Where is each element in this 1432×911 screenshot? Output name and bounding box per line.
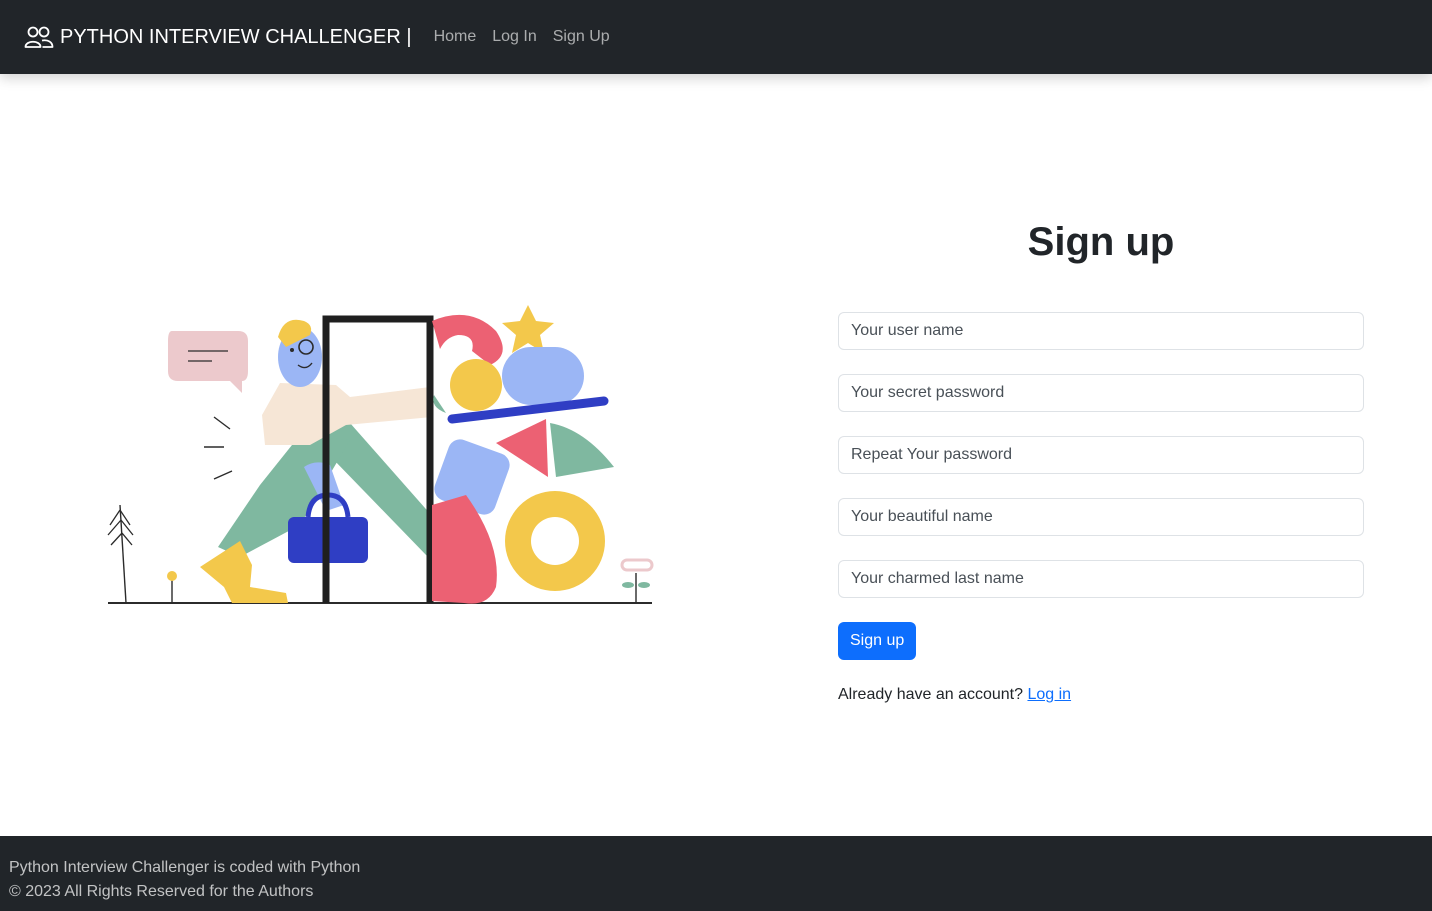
users-icon [24,26,54,48]
last-name-input[interactable] [838,560,1364,598]
login-link[interactable]: Log in [1027,686,1071,703]
signup-form: Sign up Sign up Already have an account?… [838,200,1364,703]
login-prompt-text: Already have an account? [838,686,1024,703]
repeat-password-input[interactable] [838,436,1364,474]
login-prompt: Already have an account? Log in [838,686,1071,704]
person-entering-door-illustration [107,305,654,604]
first-name-input[interactable] [838,498,1364,536]
signup-button[interactable]: Sign up [838,622,917,660]
brand-title: PYTHON INTERVIEW CHALLENGER | [60,25,412,48]
password-input[interactable] [838,374,1364,412]
nav-home-link[interactable]: Home [434,28,477,46]
brand-link[interactable]: PYTHON INTERVIEW CHALLENGER | [24,25,412,49]
username-input[interactable] [838,312,1364,350]
nav-login-link[interactable]: Log In [492,28,536,46]
footer: Python Interview Challenger is coded wit… [0,836,1432,911]
nav-signup-link[interactable]: Sign Up [553,28,610,46]
footer-copyright: © 2023 All Rights Reserved for the Autho… [9,883,314,900]
footer-credit: Python Interview Challenger is coded wit… [9,859,361,876]
page-title: Sign up [1027,220,1175,264]
nav-links: Home Log In Sign Up [434,28,626,46]
top-navbar: PYTHON INTERVIEW CHALLENGER | Home Log I… [0,0,1432,74]
